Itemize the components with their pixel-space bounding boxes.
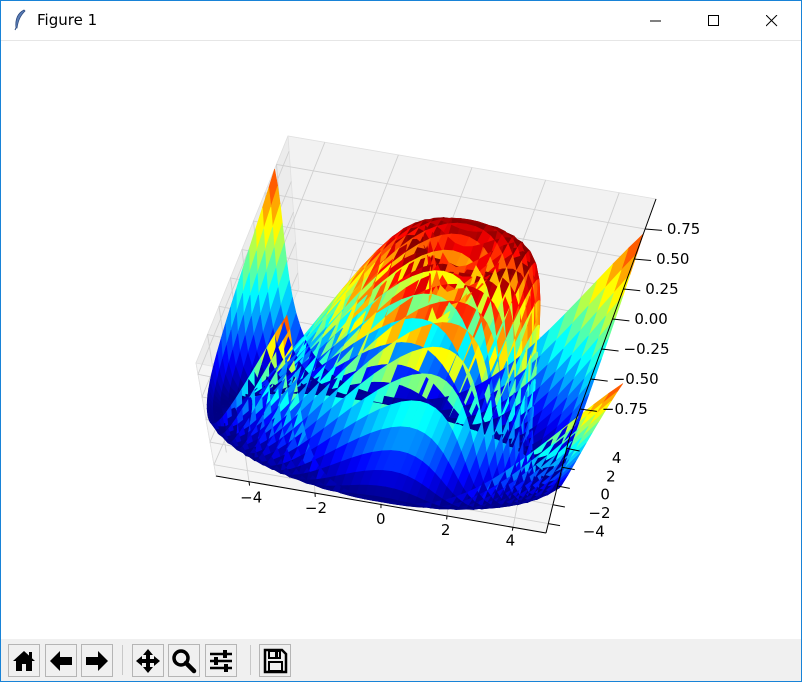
minimize-button[interactable] bbox=[627, 1, 685, 40]
y-tick-label: 2 bbox=[606, 467, 616, 485]
surface-plot: −4−2024−4−20240.750.500.250.00−0.25−0.50… bbox=[195, 135, 700, 550]
z-tick-label: 0.50 bbox=[656, 250, 689, 268]
pan-button[interactable] bbox=[132, 644, 164, 677]
forward-button[interactable] bbox=[81, 644, 113, 677]
close-icon bbox=[766, 14, 778, 26]
z-tick bbox=[645, 228, 662, 231]
z-tick bbox=[623, 288, 641, 292]
magnifier-icon bbox=[172, 648, 197, 673]
title-bar[interactable]: Figure 1 bbox=[1, 1, 801, 41]
x-tick-label: 0 bbox=[376, 510, 386, 528]
navigation-toolbar bbox=[1, 639, 801, 681]
y-tick-label: 0 bbox=[600, 486, 610, 504]
zoom-button[interactable] bbox=[168, 644, 200, 677]
minimize-icon bbox=[650, 20, 661, 21]
figure-window: Figure 1 −4 −2 0 2 4 −4 −2 0 2 4 0.75 0.50 0.25 0.00−… bbox=[0, 0, 802, 682]
z-tick-label: −0.50 bbox=[613, 370, 659, 388]
x-tick-label: 2 bbox=[441, 521, 451, 539]
maximize-icon bbox=[708, 14, 719, 26]
home-button[interactable] bbox=[8, 644, 40, 677]
sliders-icon bbox=[210, 649, 232, 672]
arrow-left-icon bbox=[50, 650, 72, 671]
z-tick-label: −0.25 bbox=[624, 340, 670, 358]
close-button[interactable] bbox=[743, 1, 801, 40]
configure-subplots-button[interactable] bbox=[205, 644, 237, 677]
x-tick bbox=[248, 481, 251, 486]
save-button[interactable] bbox=[259, 644, 291, 677]
figure-canvas[interactable]: −4 −2 0 2 4 −4 −2 0 2 4 0.75 0.50 0.25 0.00 −0.25 −0.50… bbox=[1, 41, 801, 639]
back-button[interactable] bbox=[45, 644, 77, 677]
maximize-button[interactable] bbox=[685, 1, 743, 40]
window-title: Figure 1 bbox=[37, 11, 98, 29]
feather-icon bbox=[14, 9, 26, 31]
x-tick bbox=[511, 527, 514, 531]
toolbar-separator bbox=[122, 645, 123, 675]
y-tick bbox=[548, 523, 561, 527]
toolbar-separator bbox=[250, 645, 251, 675]
z-tick-label: −0.75 bbox=[602, 400, 648, 418]
x-tick-label: −4 bbox=[240, 488, 262, 506]
y-tick-label: 4 bbox=[612, 449, 622, 467]
x-tick-label: 4 bbox=[506, 532, 516, 550]
x-tick-label: −2 bbox=[305, 499, 327, 517]
y-tick-label: −4 bbox=[583, 522, 605, 540]
z-tick-label: 0.75 bbox=[667, 220, 700, 238]
move-icon bbox=[136, 648, 160, 673]
z-tick bbox=[634, 258, 652, 262]
z-tick-label: 0.25 bbox=[645, 280, 678, 298]
y-tick bbox=[552, 504, 565, 508]
home-icon bbox=[13, 650, 35, 671]
floppy-icon bbox=[263, 648, 288, 673]
y-tick-label: −2 bbox=[588, 504, 610, 522]
z-tick-label: 0.00 bbox=[634, 310, 667, 328]
arrow-right-icon bbox=[86, 650, 108, 671]
